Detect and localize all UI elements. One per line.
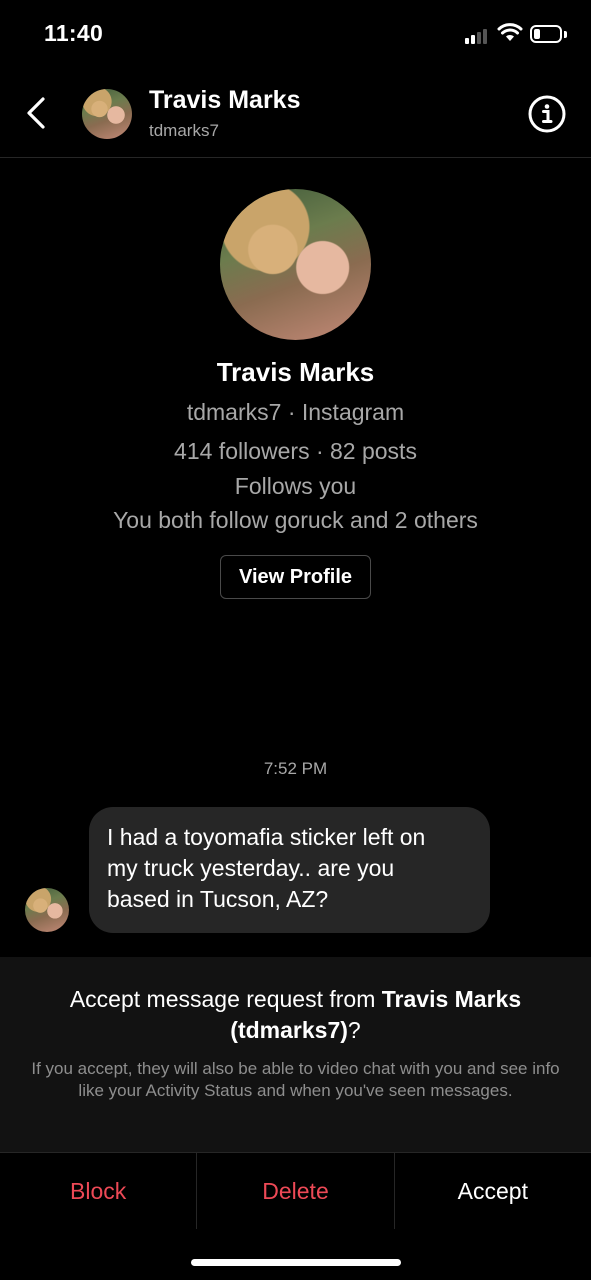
profile-follows-you: Follows you: [234, 473, 357, 499]
message-bubble[interactable]: I had a toyomafia sticker left on my tru…: [89, 807, 490, 933]
accept-button[interactable]: Accept: [393, 1153, 591, 1229]
wifi-icon: [497, 23, 523, 41]
profile-name: Travis Marks: [216, 357, 375, 387]
back-chevron-icon[interactable]: [22, 96, 56, 130]
profile-avatar[interactable]: [220, 189, 371, 340]
profile-source: tdmarks7 · Instagram: [186, 399, 405, 425]
request-description: If you accept, they will also be able to…: [31, 1059, 560, 1100]
request-name: Travis Marks: [381, 986, 522, 1012]
message-line: based in Tucson, AZ?: [107, 886, 329, 912]
message-line: my truck yesterday.. are you: [107, 855, 395, 881]
request-title: Accept message request from Travis Marks…: [30, 984, 561, 1046]
view-profile-button[interactable]: View Profile: [220, 555, 371, 599]
status-time: 11:40: [44, 20, 104, 46]
request-actions: Block Delete Accept: [0, 1152, 591, 1229]
profile-stats: 414 followers · 82 posts: [174, 438, 417, 464]
battery-tip: [564, 31, 567, 38]
message-timestamp: 7:52 PM: [263, 759, 328, 778]
home-indicator[interactable]: [191, 1259, 401, 1266]
sender-avatar[interactable]: [25, 888, 69, 932]
message-line: I had a toyomafia sticker left on: [107, 824, 426, 850]
delete-button[interactable]: Delete: [196, 1153, 393, 1229]
header-avatar[interactable]: [82, 89, 132, 139]
header-divider: [0, 157, 591, 158]
block-button[interactable]: Block: [0, 1153, 196, 1229]
request-suffix: ?: [347, 1017, 361, 1043]
header-username[interactable]: tdmarks7: [149, 121, 219, 141]
request-handle: (tdmarks7): [230, 1017, 348, 1043]
header-name[interactable]: Travis Marks: [149, 86, 301, 115]
info-icon[interactable]: [527, 94, 567, 134]
profile-mutual: You both follow goruck and 2 others: [113, 507, 478, 533]
cellular-signal-icon: [465, 28, 491, 44]
request-prefix: Accept message request from: [69, 986, 382, 1012]
battery-icon: [530, 25, 562, 43]
